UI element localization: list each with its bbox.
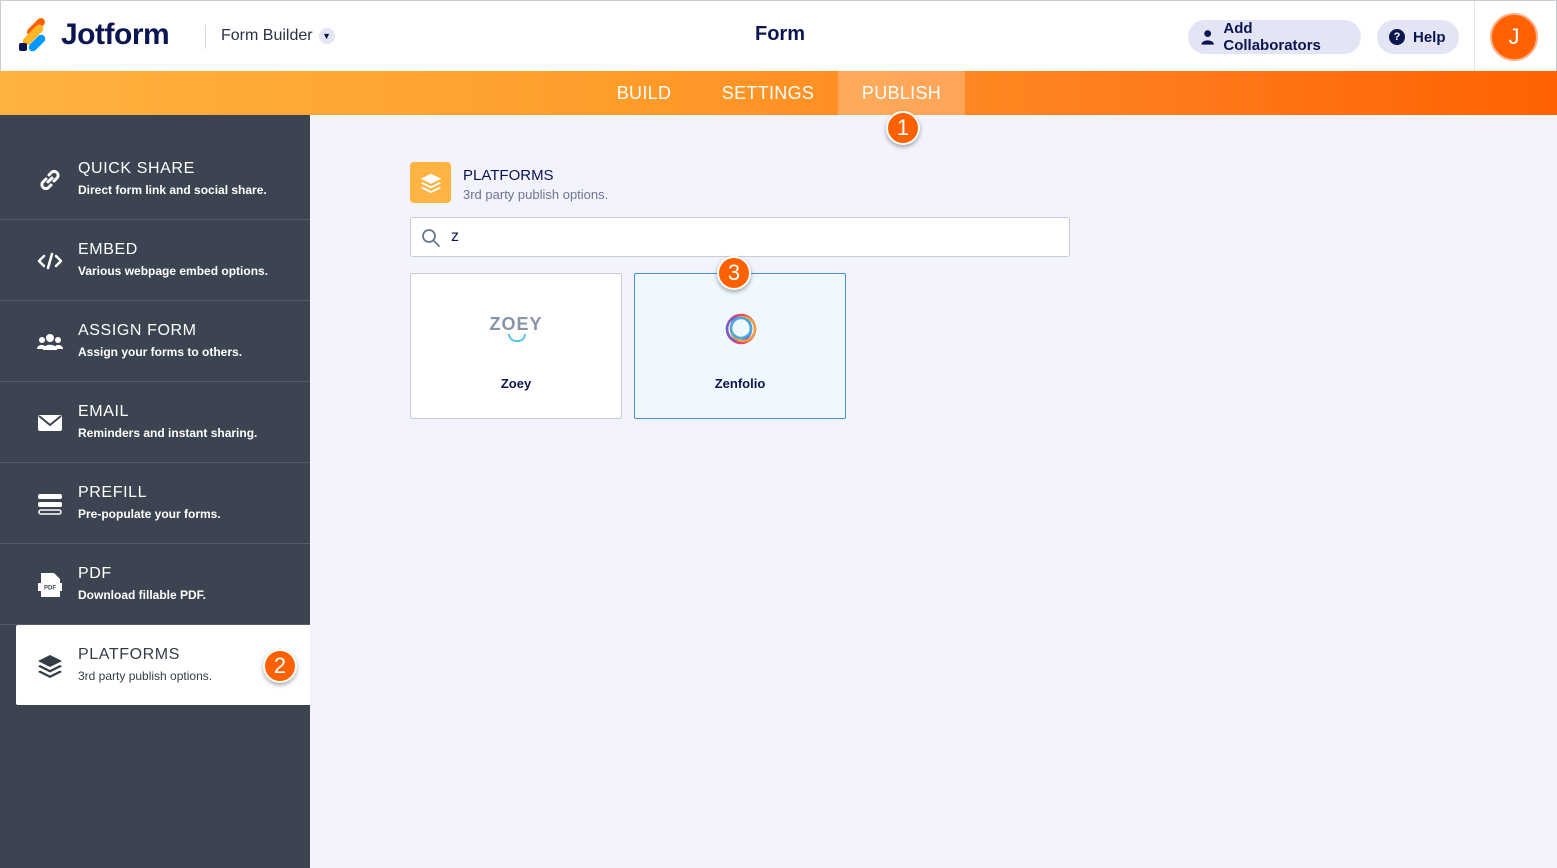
add-collaborators-label: Add Collaborators — [1223, 20, 1321, 54]
step-badge-1: 1 — [886, 111, 920, 145]
jotform-logo-icon — [19, 16, 51, 53]
sidebar-item-title: EMAIL — [78, 403, 130, 420]
tab-publish[interactable]: PUBLISH — [838, 71, 965, 115]
sidebar-item-title: QUICK SHARE — [78, 160, 195, 177]
sidebar-item-desc: Assign your forms to others. — [78, 345, 243, 359]
search-input[interactable] — [451, 226, 1051, 248]
tab-build[interactable]: BUILD — [600, 71, 688, 115]
pdf-icon: PDF — [36, 572, 64, 598]
platform-card-zenfolio[interactable]: Zenfolio — [634, 273, 846, 419]
platform-card-name: Zoey — [500, 376, 532, 391]
zoey-logo: ZOEY — [489, 314, 543, 334]
question-icon: ? — [1389, 29, 1405, 45]
platform-card-zoey[interactable]: ZOEY Zoey — [410, 273, 622, 419]
prefill-icon — [36, 491, 64, 517]
zoey-logo-smile — [508, 334, 526, 342]
sidebar-item-title: PREFILL — [78, 484, 148, 501]
section-title: PLATFORMS — [463, 167, 554, 184]
code-icon — [36, 248, 64, 274]
top-header: Jotform Form Builder ▼ Form Add Collabor… — [0, 0, 1557, 72]
step-badge-2: 2 — [263, 649, 297, 683]
section-header: PLATFORMS 3rd party publish options. — [410, 162, 608, 203]
sidebar-item-embed[interactable]: EMBED Various webpage embed options. — [0, 220, 310, 301]
users-icon — [36, 329, 64, 355]
publish-navbar: BUILD SETTINGS PUBLISH — [0, 71, 1557, 115]
sidebar-item-title: PLATFORMS — [78, 646, 181, 663]
help-label: Help — [1413, 28, 1446, 46]
platform-search[interactable] — [410, 217, 1070, 257]
form-builder-dropdown[interactable]: Form Builder ▼ — [221, 27, 335, 45]
chevron-down-icon: ▼ — [318, 28, 335, 44]
sidebar-item-email[interactable]: EMAIL Reminders and instant sharing. — [0, 382, 310, 463]
envelope-icon — [36, 410, 64, 436]
sidebar-item-title: EMBED — [78, 241, 138, 258]
sidebar-item-desc: Reminders and instant sharing. — [78, 426, 258, 440]
add-collaborators-button[interactable]: Add Collaborators — [1188, 20, 1361, 54]
svg-text:PDF: PDF — [44, 586, 56, 592]
sidebar-item-desc: Various webpage embed options. — [78, 264, 269, 278]
link-icon — [36, 167, 64, 193]
search-icon — [422, 229, 440, 247]
help-button[interactable]: ? Help — [1377, 20, 1459, 54]
sidebar-item-desc: 3rd party publish options. — [78, 669, 213, 683]
header-separator — [1474, 1, 1475, 72]
header-divider — [205, 25, 206, 49]
sidebar-item-desc: Pre-populate your forms. — [78, 507, 221, 521]
sidebar-item-assign-form[interactable]: ASSIGN FORM Assign your forms to others. — [0, 301, 310, 382]
platform-card-name: Zenfolio — [714, 376, 766, 391]
sidebar-item-prefill[interactable]: PREFILL Pre-populate your forms. — [0, 463, 310, 544]
section-subtitle: 3rd party publish options. — [463, 187, 609, 202]
form-builder-label: Form Builder — [221, 27, 313, 44]
form-title[interactable]: Form — [701, 23, 859, 46]
sidebar-item-title: PDF — [78, 565, 112, 582]
user-icon — [1201, 30, 1214, 45]
step-badge-3: 3 — [717, 256, 751, 290]
layers-icon — [410, 162, 451, 203]
publish-sidebar: QUICK SHARE Direct form link and social … — [0, 115, 310, 868]
sidebar-item-quick-share[interactable]: QUICK SHARE Direct form link and social … — [0, 139, 310, 220]
zenfolio-logo — [725, 313, 757, 345]
avatar[interactable]: J — [1490, 13, 1538, 61]
sidebar-item-title: ASSIGN FORM — [78, 322, 197, 339]
sidebar-item-pdf[interactable]: PDF PDF Download fillable PDF. — [0, 544, 310, 625]
layers-icon — [36, 653, 64, 679]
tab-settings[interactable]: SETTINGS — [706, 71, 830, 115]
jotform-logo[interactable]: Jotform — [19, 16, 170, 53]
sidebar-item-desc: Direct form link and social share. — [78, 183, 267, 197]
brand-name: Jotform — [61, 18, 170, 51]
sidebar-item-desc: Download fillable PDF. — [78, 588, 207, 602]
